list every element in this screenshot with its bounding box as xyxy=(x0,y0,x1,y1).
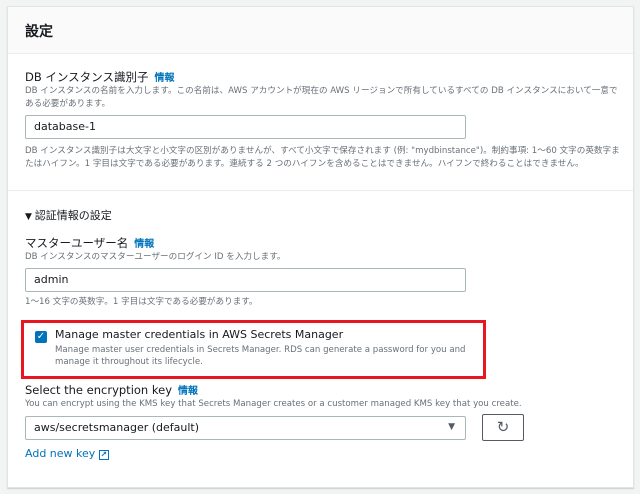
credentials-section-toggle[interactable]: ▼ 認証情報の設定 xyxy=(25,207,112,223)
info-link[interactable]: 情報 xyxy=(134,239,154,250)
master-user-input[interactable]: admin xyxy=(25,268,466,292)
master-user-description: DB インスタンスのマスターユーザーのログイン ID を入力します。 xyxy=(25,252,286,262)
encryption-key-description: You can encrypt using the KMS key that S… xyxy=(25,399,522,409)
encryption-key-select[interactable]: aws/secretsmanager (default) ▼ xyxy=(25,416,466,440)
info-link[interactable]: 情報 xyxy=(178,386,198,397)
label-text: マスターユーザー名 xyxy=(25,236,129,250)
encryption-key-label: Select the encryption key 情報 xyxy=(25,382,198,397)
page-title: 設定 xyxy=(25,24,53,40)
label-text: Select the encryption key xyxy=(25,383,172,397)
panel-header: 設定 xyxy=(8,7,633,54)
link-text: Add new key xyxy=(25,447,96,460)
selected-value: aws/secretsmanager (default) xyxy=(34,421,200,434)
highlight-box: ✓ Manage master credentials in AWS Secre… xyxy=(21,320,486,379)
master-user-label: マスターユーザー名 情報 xyxy=(25,235,154,251)
refresh-button[interactable]: ↻ xyxy=(482,414,524,441)
db-identifier-description: DB インスタンスの名前を入力します。この名前は、AWS アカウントが現在の A… xyxy=(25,86,618,109)
db-identifier-label: DB インスタンス識別子 情報 xyxy=(25,69,174,85)
db-identifier-input[interactable]: database-1 xyxy=(25,115,466,139)
checkmark-icon: ✓ xyxy=(36,331,46,342)
db-identifier-constraint: DB インスタンス識別子は大文字と小文字の区別がありませんが、すべて小文字で保存… xyxy=(25,146,620,169)
credentials-section-label: 認証情報の設定 xyxy=(34,209,112,222)
info-link[interactable]: 情報 xyxy=(154,73,174,84)
settings-panel: 設定 DB インスタンス識別子 情報 DB インスタンスの名前を入力します。この名… xyxy=(7,6,634,488)
manage-credentials-checkbox[interactable]: ✓ xyxy=(35,331,47,343)
refresh-icon: ↻ xyxy=(496,418,510,436)
label-text: DB インスタンス識別子 xyxy=(25,70,149,84)
divider xyxy=(8,190,633,191)
add-new-key-link[interactable]: Add new key ↗ xyxy=(25,447,109,460)
master-user-constraint: 1〜16 文字の英数字。1 字目は文字である必要があります。 xyxy=(25,297,258,307)
caret-down-icon: ▼ xyxy=(448,422,455,432)
manage-credentials-label[interactable]: Manage master credentials in AWS Secrets… xyxy=(55,328,343,341)
external-link-icon: ↗ xyxy=(98,450,109,460)
caret-down-icon: ▼ xyxy=(25,212,35,222)
manage-credentials-description: Manage master user credentials in Secret… xyxy=(55,345,466,367)
